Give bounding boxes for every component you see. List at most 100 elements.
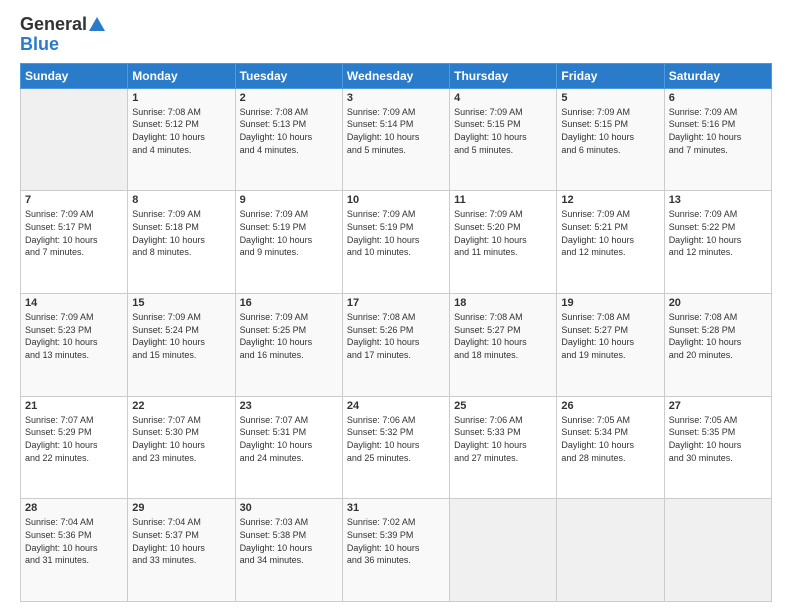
calendar-header-friday: Friday [557,63,664,88]
calendar-cell: 24 Sunrise: 7:06 AM Sunset: 5:32 PM Dayli… [342,396,449,499]
calendar-table: SundayMondayTuesdayWednesdayThursdayFrid… [20,63,772,602]
calendar-cell: 3 Sunrise: 7:09 AM Sunset: 5:14 PM Daylig… [342,88,449,191]
day-number: 18 [454,297,552,309]
day-info: Sunrise: 7:05 AM Sunset: 5:34 PM Dayligh… [561,414,659,464]
page: General Blue SundayMondayTuesdayWednesda… [0,0,792,612]
day-info: Sunrise: 7:07 AM Sunset: 5:31 PM Dayligh… [240,414,338,464]
calendar-header-wednesday: Wednesday [342,63,449,88]
day-number: 30 [240,502,338,514]
day-info: Sunrise: 7:09 AM Sunset: 5:24 PM Dayligh… [132,311,230,361]
calendar-cell: 16 Sunrise: 7:09 AM Sunset: 5:25 PM Dayli… [235,294,342,397]
day-number: 3 [347,92,445,104]
day-number: 15 [132,297,230,309]
day-number: 16 [240,297,338,309]
calendar-cell: 31Sunrise: 7:02 AM Sunset: 5:39 PM Dayli… [342,499,449,602]
day-info: Sunrise: 7:08 AM Sunset: 5:27 PM Dayligh… [561,311,659,361]
calendar-cell: 20 Sunrise: 7:08 AM Sunset: 5:28 PM Dayli… [664,294,771,397]
calendar-cell: 17 Sunrise: 7:08 AM Sunset: 5:26 PM Dayli… [342,294,449,397]
calendar-week-1: 1Sunrise: 7:08 AM Sunset: 5:12 PM Daylig… [21,88,772,191]
calendar-cell [450,499,557,602]
calendar-cell: 2 Sunrise: 7:08 AM Sunset: 5:13 PM Daylig… [235,88,342,191]
day-info: Sunrise: 7:09 AM Sunset: 5:14 PM Dayligh… [347,106,445,156]
day-number: 11 [454,194,552,206]
calendar-header-saturday: Saturday [664,63,771,88]
logo-icon [87,15,107,35]
calendar-week-5: 28 Sunrise: 7:04 AM Sunset: 5:36 PM Dayli… [21,499,772,602]
day-info: Sunrise: 7:09 AM Sunset: 5:23 PM Dayligh… [25,311,123,361]
calendar-week-3: 14 Sunrise: 7:09 AM Sunset: 5:23 PM Dayli… [21,294,772,397]
day-number: 21 [25,400,123,412]
calendar-cell: 11 Sunrise: 7:09 AM Sunset: 5:20 PM Dayli… [450,191,557,294]
calendar-week-4: 21 Sunrise: 7:07 AM Sunset: 5:29 PM Dayli… [21,396,772,499]
day-info: Sunrise: 7:09 AM Sunset: 5:19 PM Dayligh… [240,208,338,258]
day-info: Sunrise: 7:08 AM Sunset: 5:27 PM Dayligh… [454,311,552,361]
calendar-cell [664,499,771,602]
header: General Blue [20,15,772,55]
day-number: 17 [347,297,445,309]
day-number: 22 [132,400,230,412]
day-number: 20 [669,297,767,309]
day-number: 28 [25,502,123,514]
day-info: Sunrise: 7:07 AM Sunset: 5:29 PM Dayligh… [25,414,123,464]
calendar-cell: 1Sunrise: 7:08 AM Sunset: 5:12 PM Daylig… [128,88,235,191]
day-number: 19 [561,297,659,309]
calendar-cell: 29 Sunrise: 7:04 AM Sunset: 5:37 PM Dayli… [128,499,235,602]
calendar-header-row: SundayMondayTuesdayWednesdayThursdayFrid… [21,63,772,88]
day-info: Sunrise: 7:09 AM Sunset: 5:16 PM Dayligh… [669,106,767,156]
calendar-cell [557,499,664,602]
calendar-cell: 13 Sunrise: 7:09 AM Sunset: 5:22 PM Dayli… [664,191,771,294]
calendar-header-sunday: Sunday [21,63,128,88]
day-number: 8 [132,194,230,206]
day-number: 7 [25,194,123,206]
day-info: Sunrise: 7:09 AM Sunset: 5:17 PM Dayligh… [25,208,123,258]
day-info: Sunrise: 7:09 AM Sunset: 5:20 PM Dayligh… [454,208,552,258]
day-info: Sunrise: 7:09 AM Sunset: 5:22 PM Dayligh… [669,208,767,258]
day-number: 14 [25,297,123,309]
calendar-cell: 18 Sunrise: 7:08 AM Sunset: 5:27 PM Dayli… [450,294,557,397]
day-info: Sunrise: 7:06 AM Sunset: 5:32 PM Dayligh… [347,414,445,464]
day-info: Sunrise: 7:09 AM Sunset: 5:25 PM Dayligh… [240,311,338,361]
day-number: 12 [561,194,659,206]
calendar-cell: 4 Sunrise: 7:09 AM Sunset: 5:15 PM Daylig… [450,88,557,191]
calendar-header-monday: Monday [128,63,235,88]
day-info: Sunrise: 7:08 AM Sunset: 5:26 PM Dayligh… [347,311,445,361]
day-number: 2 [240,92,338,104]
day-info: Sunrise: 7:04 AM Sunset: 5:36 PM Dayligh… [25,516,123,566]
calendar-cell: 22 Sunrise: 7:07 AM Sunset: 5:30 PM Dayli… [128,396,235,499]
logo-blue: Blue [20,35,59,55]
calendar-body: 1Sunrise: 7:08 AM Sunset: 5:12 PM Daylig… [21,88,772,601]
calendar-cell [21,88,128,191]
day-info: Sunrise: 7:09 AM Sunset: 5:15 PM Dayligh… [454,106,552,156]
day-info: Sunrise: 7:09 AM Sunset: 5:21 PM Dayligh… [561,208,659,258]
calendar-header-tuesday: Tuesday [235,63,342,88]
day-number: 13 [669,194,767,206]
calendar-cell: 21 Sunrise: 7:07 AM Sunset: 5:29 PM Dayli… [21,396,128,499]
day-info: Sunrise: 7:05 AM Sunset: 5:35 PM Dayligh… [669,414,767,464]
day-number: 6 [669,92,767,104]
logo: General Blue [20,15,107,55]
day-number: 25 [454,400,552,412]
day-info: Sunrise: 7:04 AM Sunset: 5:37 PM Dayligh… [132,516,230,566]
day-number: 4 [454,92,552,104]
logo-general: General [20,15,87,35]
calendar-cell: 15 Sunrise: 7:09 AM Sunset: 5:24 PM Dayli… [128,294,235,397]
day-number: 23 [240,400,338,412]
day-info: Sunrise: 7:02 AM Sunset: 5:39 PM Dayligh… [347,516,445,566]
day-info: Sunrise: 7:06 AM Sunset: 5:33 PM Dayligh… [454,414,552,464]
day-number: 26 [561,400,659,412]
calendar-cell: 27Sunrise: 7:05 AM Sunset: 5:35 PM Dayli… [664,396,771,499]
day-info: Sunrise: 7:07 AM Sunset: 5:30 PM Dayligh… [132,414,230,464]
day-info: Sunrise: 7:08 AM Sunset: 5:28 PM Dayligh… [669,311,767,361]
day-number: 5 [561,92,659,104]
calendar-cell: 30Sunrise: 7:03 AM Sunset: 5:38 PM Dayli… [235,499,342,602]
day-number: 10 [347,194,445,206]
calendar-week-2: 7 Sunrise: 7:09 AM Sunset: 5:17 PM Daylig… [21,191,772,294]
day-info: Sunrise: 7:08 AM Sunset: 5:13 PM Dayligh… [240,106,338,156]
calendar-cell: 25 Sunrise: 7:06 AM Sunset: 5:33 PM Dayli… [450,396,557,499]
day-number: 29 [132,502,230,514]
calendar-cell: 9 Sunrise: 7:09 AM Sunset: 5:19 PM Daylig… [235,191,342,294]
calendar-cell: 8Sunrise: 7:09 AM Sunset: 5:18 PM Daylig… [128,191,235,294]
day-number: 24 [347,400,445,412]
calendar-header-thursday: Thursday [450,63,557,88]
day-number: 9 [240,194,338,206]
